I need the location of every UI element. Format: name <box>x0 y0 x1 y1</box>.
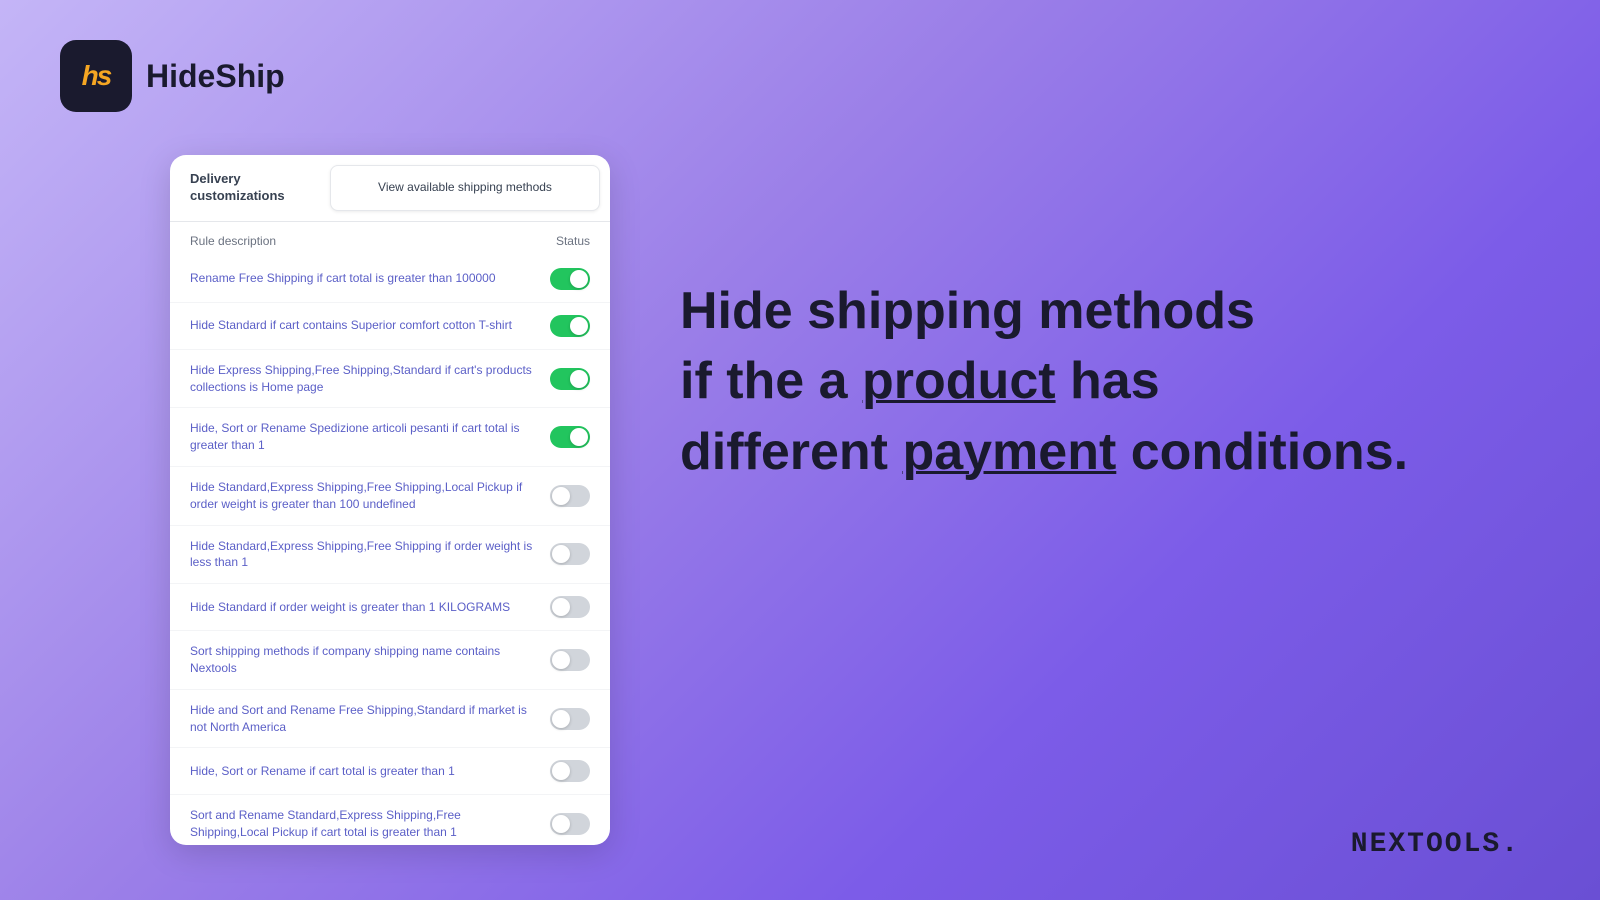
table-row: Sort shipping methods if company shippin… <box>170 631 610 690</box>
toggle-switch[interactable] <box>550 368 590 390</box>
hero-text: Hide shipping methods if the a product h… <box>680 280 1520 491</box>
rule-text[interactable]: Hide Standard,Express Shipping,Free Ship… <box>190 538 550 572</box>
rule-text[interactable]: Hide, Sort or Rename Spedizione articoli… <box>190 420 550 454</box>
table-row: Rename Free Shipping if cart total is gr… <box>170 256 610 303</box>
col-rule-description: Rule description <box>190 234 276 248</box>
toggle-switch[interactable] <box>550 315 590 337</box>
toggle-switch[interactable] <box>550 543 590 565</box>
rule-text[interactable]: Rename Free Shipping if cart total is gr… <box>190 270 550 287</box>
table-header: Rule description Status <box>170 222 610 256</box>
table-row: Hide Standard,Express Shipping,Free Ship… <box>170 467 610 526</box>
app-name: HideShip <box>146 58 285 95</box>
table-row: Hide Standard if cart contains Superior … <box>170 303 610 350</box>
table-row: Hide and Sort and Rename Free Shipping,S… <box>170 690 610 749</box>
logo-box: hs <box>60 40 132 112</box>
tab-view-methods[interactable]: View available shipping methods <box>330 165 600 211</box>
rule-text[interactable]: Hide Standard if order weight is greater… <box>190 599 550 616</box>
table-row: Hide Standard if order weight is greater… <box>170 584 610 631</box>
rule-text[interactable]: Sort shipping methods if company shippin… <box>190 643 550 677</box>
rule-text[interactable]: Hide and Sort and Rename Free Shipping,S… <box>190 702 550 736</box>
rule-text[interactable]: Hide Standard,Express Shipping,Free Ship… <box>190 479 550 513</box>
toggle-switch[interactable] <box>550 649 590 671</box>
main-card: Delivery customizations View available s… <box>170 155 610 845</box>
rule-text[interactable]: Hide, Sort or Rename if cart total is gr… <box>190 763 550 780</box>
toggle-switch[interactable] <box>550 760 590 782</box>
rules-list: Rename Free Shipping if cart total is gr… <box>170 256 610 845</box>
table-row: Hide, Sort or Rename if cart total is gr… <box>170 748 610 795</box>
table-row: Hide Express Shipping,Free Shipping,Stan… <box>170 350 610 409</box>
table-row: Hide Standard,Express Shipping,Free Ship… <box>170 526 610 585</box>
tab-header: Delivery customizations View available s… <box>170 155 610 222</box>
hero-line-3: different payment conditions. <box>680 421 1520 483</box>
hero-line-1: Hide shipping methods <box>680 280 1520 342</box>
rule-text[interactable]: Sort and Rename Standard,Express Shippin… <box>190 807 550 841</box>
table-row: Sort and Rename Standard,Express Shippin… <box>170 795 610 845</box>
table-row: Hide, Sort or Rename Spedizione articoli… <box>170 408 610 467</box>
toggle-switch[interactable] <box>550 813 590 835</box>
rule-text[interactable]: Hide Express Shipping,Free Shipping,Stan… <box>190 362 550 396</box>
app-header: hs HideShip <box>60 40 285 112</box>
toggle-switch[interactable] <box>550 596 590 618</box>
rule-text[interactable]: Hide Standard if cart contains Superior … <box>190 317 550 334</box>
hero-line-2: if the a product has <box>680 350 1520 412</box>
logo-text: hs <box>82 60 111 92</box>
toggle-switch[interactable] <box>550 708 590 730</box>
toggle-switch[interactable] <box>550 485 590 507</box>
nextools-logo: NEXTOOLS. <box>1351 829 1520 860</box>
tab-delivery[interactable]: Delivery customizations <box>170 155 330 221</box>
toggle-switch[interactable] <box>550 268 590 290</box>
col-status: Status <box>556 234 590 248</box>
toggle-switch[interactable] <box>550 426 590 448</box>
